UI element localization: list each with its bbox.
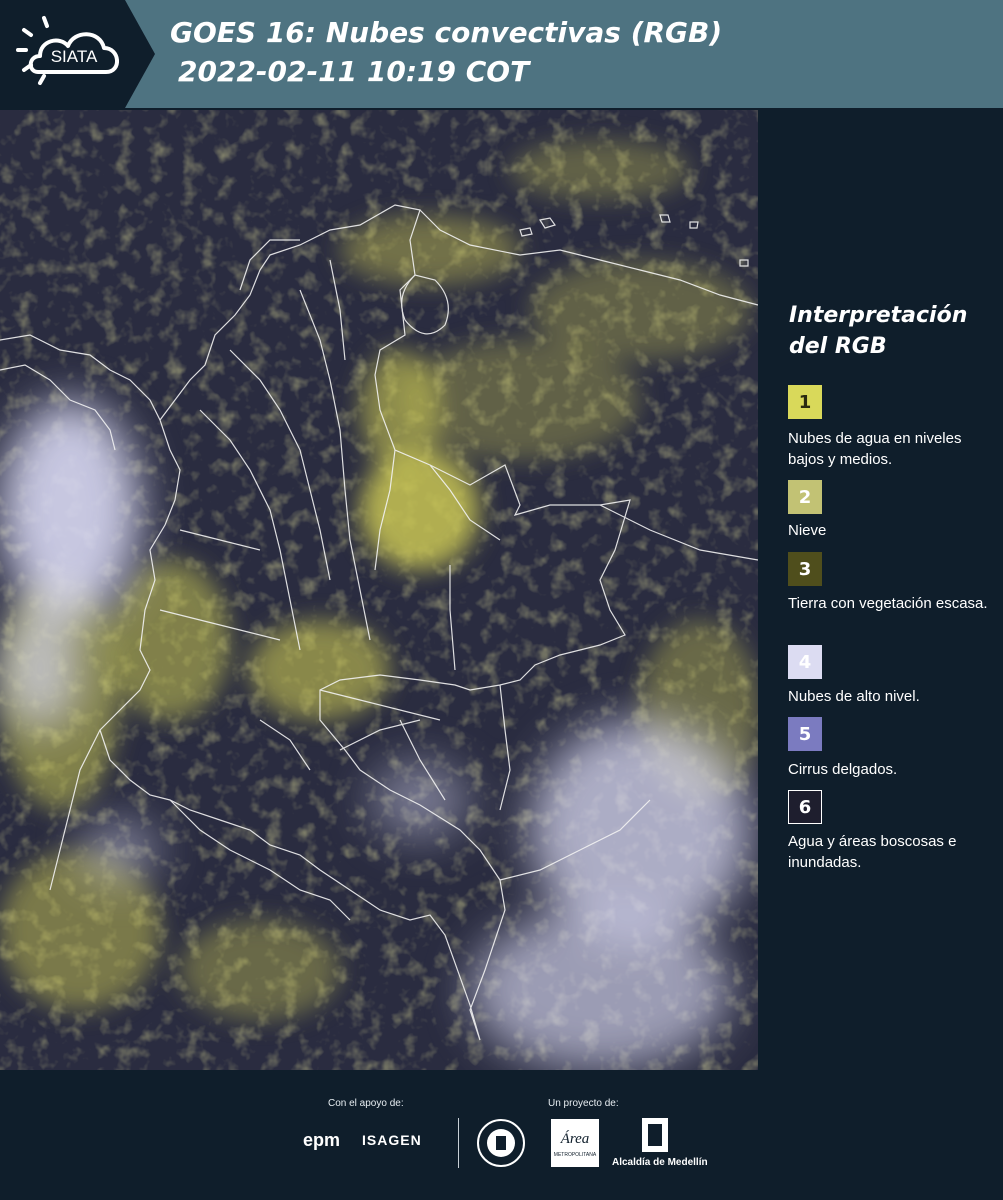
support-label: Con el apoyo de: (328, 1098, 404, 1109)
legend-title: Interpretación del RGB (789, 303, 968, 359)
project-label: Un proyecto de: (548, 1098, 619, 1109)
svg-text:Área: Área (560, 1130, 590, 1147)
satellite-map (0, 110, 758, 1070)
legend-number-6: 6 (798, 796, 812, 818)
legend-number-3: 3 (798, 558, 812, 580)
siata-logo-text: SIATA (51, 47, 98, 66)
page-timestamp: 2022-02-11 10:19 COT (178, 55, 530, 88)
legend-swatch-1: 1 (788, 385, 822, 419)
isagen-logo: ISAGEN (362, 1132, 422, 1148)
legend-description-2: Nieve (788, 522, 827, 539)
area-metropolitana-logo: Área METROPOLITANA (551, 1119, 599, 1167)
legend-swatch-6: 6 (788, 790, 822, 824)
alcaldia-medellin-text: Alcaldía de Medellín (612, 1157, 708, 1168)
legend-description-4: Nubes de alto nivel. (788, 688, 920, 705)
legend-description-6: Agua y áreas boscosas e inundadas. (788, 833, 957, 871)
legend-swatch-5: 5 (788, 717, 822, 751)
footer: Con el apoyo de: Un proyecto de: epm ISA… (0, 1070, 1003, 1200)
legend-panel: Interpretación del RGB 1 Nubes de agua e… (760, 110, 1003, 1070)
epm-logo: epm (303, 1130, 341, 1150)
medellin-seal-icon (477, 1119, 525, 1167)
header-bar: SIATA GOES 16: Nubes convectivas (RGB) 2… (0, 0, 1003, 108)
legend-number-4: 4 (798, 651, 812, 673)
legend-description-5: Cirrus delgados. (788, 761, 898, 778)
legend-number-2: 2 (798, 486, 812, 508)
legend-swatch-3: 3 (788, 552, 822, 586)
legend-number-5: 5 (798, 723, 812, 745)
siata-logo: SIATA (0, 0, 155, 108)
legend-description-1: Nubes de agua en niveles bajos y medios. (788, 430, 962, 468)
footer-divider (458, 1118, 459, 1168)
legend-swatch-2: 2 (788, 480, 822, 514)
legend-swatch-4: 4 (788, 645, 822, 679)
svg-text:METROPOLITANA: METROPOLITANA (554, 1152, 597, 1158)
legend-number-1: 1 (798, 391, 812, 413)
page-title: GOES 16: Nubes convectivas (RGB) (170, 16, 723, 49)
legend-description-3: Tierra con vegetación escasa. (788, 595, 988, 612)
